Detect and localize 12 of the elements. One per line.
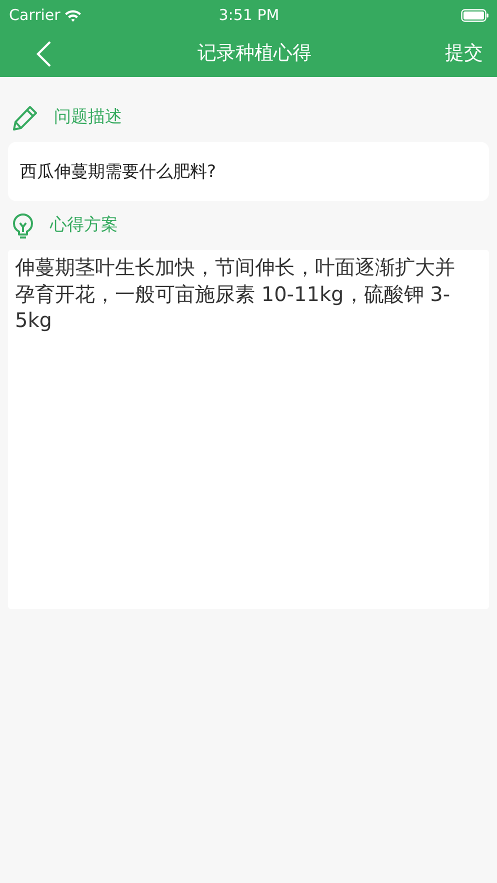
wifi-icon bbox=[64, 8, 82, 22]
section-label: 问题描述 bbox=[54, 106, 122, 130]
lightbulb-icon bbox=[12, 213, 34, 239]
question-field[interactable]: 西瓜伸蔓期需要什么肥料? bbox=[8, 142, 489, 201]
carrier-label: Carrier bbox=[9, 4, 60, 26]
pencil-icon bbox=[12, 105, 38, 131]
back-button[interactable] bbox=[36, 40, 52, 68]
answer-field[interactable]: 伸蔓期茎叶生长加快，节间伸长，叶面逐渐扩大并孕育开花，一般可亩施尿素 10-11kg，硫酸钾 3-5kg bbox=[8, 250, 489, 609]
battery-icon bbox=[461, 8, 489, 22]
status-time: 3:51 PM bbox=[218, 6, 280, 24]
page-title: 记录种植心得 bbox=[198, 41, 312, 66]
section-label: 心得方案 bbox=[50, 214, 118, 238]
